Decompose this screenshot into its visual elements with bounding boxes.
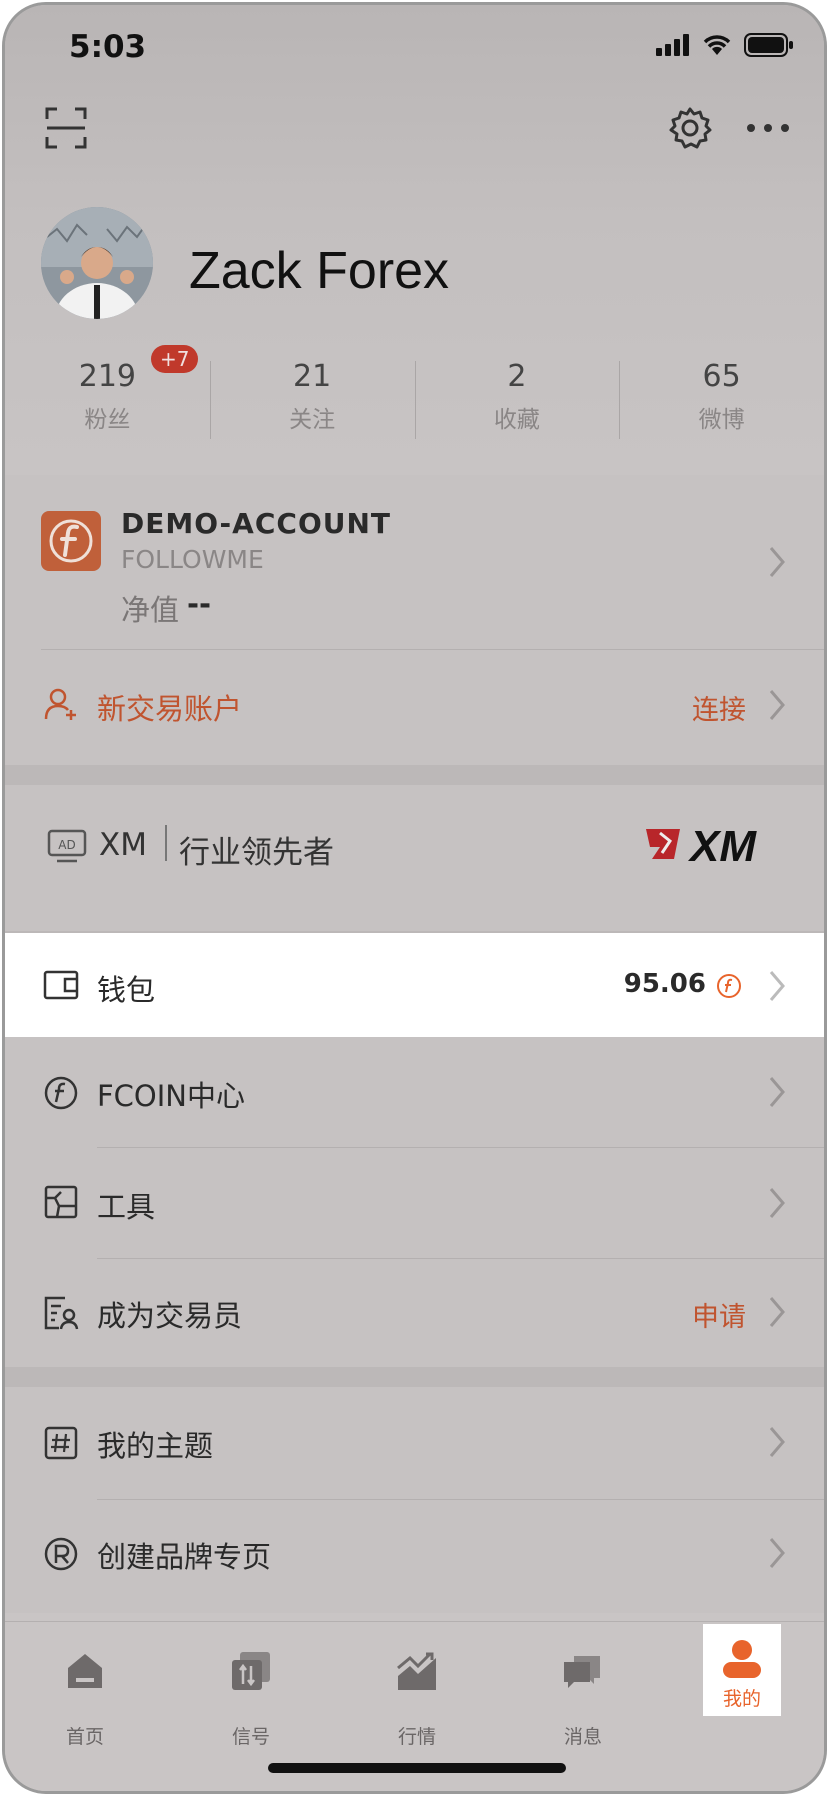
status-time: 5:03: [69, 29, 147, 65]
xm-logo: XM: [646, 822, 757, 869]
tab-label: 首页: [65, 1726, 104, 1748]
ad-separator: [165, 825, 167, 861]
tools-label: 工具: [97, 1190, 156, 1224]
tab-label: 行情: [397, 1726, 436, 1748]
bottom-tab-bar: 首页 信号 行情 消息 我的: [5, 1621, 824, 1791]
battery-icon: [744, 33, 793, 57]
tab-me[interactable]: 我的: [703, 1624, 781, 1716]
stat-value: 2: [507, 359, 527, 394]
profile-header: 5:03 Zack Forex 219 粉丝 21 关注 2 收藏 65 微博 …: [5, 5, 824, 475]
gear-icon[interactable]: [667, 105, 713, 151]
market-chart-icon: [397, 1652, 436, 1690]
fcoin-icon: [717, 974, 741, 998]
brand-page-row[interactable]: 创建品牌专页: [5, 1500, 824, 1612]
equity-label: 净值: [121, 593, 180, 627]
become-trader-row[interactable]: 成为交易员 申请: [5, 1259, 824, 1367]
fcoin-center-label: FCOIN中心: [97, 1079, 246, 1113]
tab-market[interactable]: 行情: [371, 1632, 463, 1748]
chevron-right-icon: [769, 1077, 785, 1107]
become-trader-label: 成为交易员: [97, 1299, 243, 1333]
stat-label: 关注: [289, 407, 336, 433]
signals-icon: [232, 1652, 270, 1690]
stat-favorites[interactable]: 2 收藏: [414, 355, 620, 445]
chevron-right-icon: [769, 971, 785, 1001]
signal-icon: [656, 34, 689, 56]
profile-stats: 219 粉丝 21 关注 2 收藏 65 微博: [5, 355, 824, 445]
avatar[interactable]: [41, 207, 153, 319]
scan-icon[interactable]: [43, 105, 89, 151]
demo-account-row[interactable]: DEMO-ACCOUNT FOLLOWME 净值 --: [5, 475, 824, 649]
stat-posts[interactable]: 65 微博: [619, 355, 824, 445]
profile-icon: [723, 1640, 761, 1678]
new-account-label: 新交易账户: [97, 692, 243, 726]
account-broker: FOLLOWME: [121, 545, 264, 574]
trader-icon: [44, 1296, 79, 1330]
chevron-right-icon: [769, 690, 785, 720]
ad-brand: XM: [99, 827, 147, 863]
ad-slogan: 行业领先者: [179, 835, 334, 871]
stat-label: 粉丝: [84, 407, 131, 433]
account-name: DEMO-ACCOUNT: [121, 507, 392, 540]
stat-following[interactable]: 21 关注: [209, 355, 415, 445]
section-gap: [5, 765, 824, 785]
tab-label: 信号: [231, 1726, 270, 1748]
wifi-icon: [703, 35, 731, 55]
messages-icon: [564, 1656, 600, 1688]
ad-banner[interactable]: AD XM 行业领先者 XM: [5, 785, 824, 931]
tab-home[interactable]: 首页: [39, 1632, 131, 1748]
stat-value: 21: [293, 359, 332, 394]
fcoin-center-icon: [44, 1076, 78, 1110]
xm-logo-text: XM: [687, 822, 757, 869]
stat-label: 微博: [698, 407, 745, 433]
fcoin-center-row[interactable]: FCOIN中心: [5, 1037, 824, 1147]
account-section: DEMO-ACCOUNT FOLLOWME 净值 -- 新交易账户 连接: [5, 475, 824, 765]
followme-logo-icon: [41, 511, 101, 571]
wallet-label: 钱包: [97, 973, 156, 1007]
connect-action[interactable]: 连接: [692, 688, 746, 727]
status-icons: [656, 33, 794, 57]
stat-value: 65: [702, 359, 741, 394]
menu-group-tools: FCOIN中心 工具 成为交易员 申请: [5, 1037, 824, 1367]
wallet-row[interactable]: 钱包 95.06: [5, 933, 824, 1037]
tools-row[interactable]: 工具: [5, 1148, 824, 1258]
app-frame: 5:03 Zack Forex 219 粉丝 21 关注 2 收藏 65 微博 …: [2, 2, 827, 1794]
avatar-image: [41, 207, 153, 319]
my-topics-label: 我的主题: [97, 1429, 214, 1463]
wallet-icon: [43, 970, 79, 1000]
section-gap: [5, 1367, 824, 1387]
menu-group-brand: 我的主题 创建品牌专页: [5, 1387, 824, 1613]
phone-screen: 5:03 Zack Forex 219 粉丝 21 关注 2 收藏 65 微博 …: [0, 0, 829, 1796]
ad-icon: AD: [47, 829, 87, 863]
equity-value: --: [187, 587, 212, 621]
tab-label: 我的: [722, 1688, 761, 1710]
hashtag-icon: [44, 1426, 78, 1460]
apply-action[interactable]: 申请: [692, 1295, 746, 1334]
ad-tag: AD: [58, 838, 75, 852]
tab-label: 消息: [563, 1726, 602, 1748]
chevron-right-icon: [769, 1538, 785, 1568]
tab-signals[interactable]: 信号: [205, 1632, 297, 1748]
new-account-row[interactable]: 新交易账户 连接: [5, 650, 824, 760]
add-user-icon: [44, 688, 76, 720]
home-indicator: [268, 1763, 566, 1773]
profile-name: Zack Forex: [189, 242, 450, 300]
home-icon: [68, 1654, 102, 1688]
registered-icon: [44, 1537, 78, 1571]
tools-icon: [44, 1185, 78, 1219]
stat-label: 收藏: [493, 407, 540, 433]
chevron-right-icon: [769, 547, 785, 577]
tab-messages[interactable]: 消息: [537, 1632, 629, 1748]
wallet-balance: 95.06: [623, 969, 706, 999]
chevron-right-icon: [769, 1297, 785, 1327]
chevron-right-icon: [769, 1188, 785, 1218]
followers-badge: +7: [151, 345, 199, 373]
more-icon[interactable]: [743, 105, 793, 151]
brand-page-label: 创建品牌专页: [97, 1540, 272, 1574]
chevron-right-icon: [769, 1427, 785, 1457]
my-topics-row[interactable]: 我的主题: [5, 1387, 824, 1499]
